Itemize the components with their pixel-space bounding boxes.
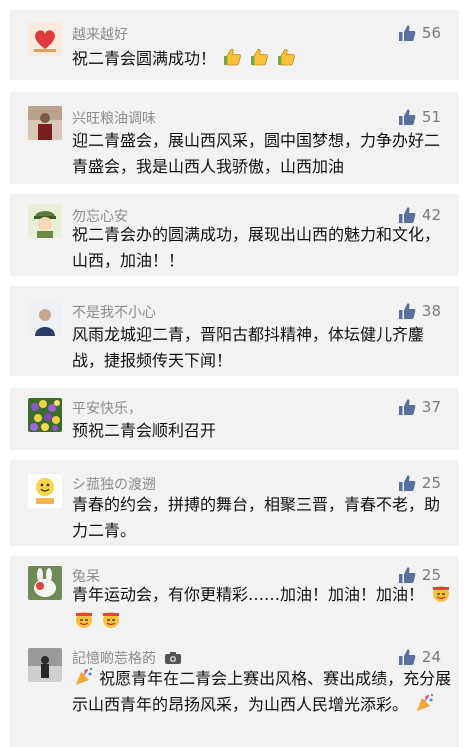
commenter-name[interactable]: 不是我不小心	[72, 302, 156, 322]
comment-text: 迎二青盛会，展山西风采，圆中国梦想，力争办好二青盛会，我是山西人我骄傲，山西加油	[72, 131, 441, 176]
like-button[interactable]: 25	[398, 474, 441, 492]
avatar[interactable]	[28, 302, 62, 336]
thumbs-up-icon	[398, 474, 416, 492]
like-button[interactable]: 51	[398, 108, 441, 126]
like-button[interactable]: 56	[398, 24, 441, 42]
comment-content: 祝二青会圆满成功！	[72, 46, 452, 72]
comment-list: 越来越好 56 祝二青会圆满成功！ 兴旺粮油调味 51 迎二青盛会，展山西风采，…	[0, 0, 469, 747]
like-button[interactable]: 37	[398, 398, 441, 416]
commenter-name[interactable]: 越来越好	[72, 24, 128, 44]
like-count: 37	[421, 398, 441, 416]
party-popper-emoji	[74, 667, 94, 687]
like-button[interactable]: 24	[398, 648, 441, 666]
comment-card: 記憶啲莣格菂 24 祝愿青年在二青会上赛出风格、赛出成绩，充分展示山西青年的昂扬…	[10, 640, 459, 747]
comment-card: 不是我不小心 38 风雨龙城迎二青，晋阳古都抖精神，体坛健儿齐鏖战，捷报频传天下…	[10, 286, 459, 376]
cheering-face-emoji	[101, 609, 121, 629]
thumbs-up-emoji	[223, 47, 243, 67]
avatar[interactable]	[28, 106, 62, 140]
comment-card: 勿忘心安 42 祝二青会办的圆满成功，展现出山西的魅力和文化，山西，加油！！	[10, 194, 459, 276]
avatar[interactable]	[28, 22, 62, 56]
thumbs-up-icon	[398, 108, 416, 126]
avatar[interactable]	[28, 398, 62, 432]
comment-card: シ菰独の渡遡 25 青春的约会，拼搏的舞台，相聚三晋，青春不老，助力二青。	[10, 460, 459, 546]
comment-text: 青春的约会，拼搏的舞台，相聚三晋，青春不老，助力二青。	[72, 495, 441, 540]
comment-content: 祝愿青年在二青会上赛出风格、赛出成绩，充分展示山西青年的昂扬风采，为山西人民增光…	[72, 666, 452, 718]
commenter-name[interactable]: 平安快乐，	[72, 398, 142, 418]
thumbs-up-icon	[398, 648, 416, 666]
comment-text: 祝愿青年在二青会上赛出风格、赛出成绩，充分展示山西青年的昂扬风采，为山西人民增光…	[72, 669, 452, 714]
like-count: 38	[421, 302, 441, 320]
comment-text: 风雨龙城迎二青，晋阳古都抖精神，体坛健儿齐鏖战，捷报频传天下闻！	[72, 325, 425, 370]
thumbs-up-emoji	[250, 47, 270, 67]
thumbs-up-icon	[398, 302, 416, 320]
thumbs-up-icon	[398, 398, 416, 416]
thumbs-up-emoji	[277, 47, 297, 67]
comment-card: 平安快乐， 37 预祝二青会顺利召开	[10, 388, 459, 450]
comment-text: 祝二青会圆满成功！	[72, 49, 217, 68]
comment-card: 兴旺粮油调味 51 迎二青盛会，展山西风采，圆中国梦想，力争办好二青盛会，我是山…	[10, 92, 459, 184]
comment-text: 祝二青会办的圆满成功，展现出山西的魅力和文化，山西，加油！！	[72, 225, 441, 270]
party-popper-emoji	[415, 693, 435, 713]
like-count: 25	[421, 474, 441, 492]
comment-content: 青年运动会，有你更精彩……加油！加油！加油！	[72, 582, 452, 634]
avatar[interactable]	[28, 474, 62, 508]
like-count: 51	[421, 108, 441, 126]
comment-card: 越来越好 56 祝二青会圆满成功！	[10, 10, 459, 80]
comment-text: 预祝二青会顺利召开	[72, 421, 217, 440]
cheering-face-emoji	[74, 609, 94, 629]
like-button[interactable]: 38	[398, 302, 441, 320]
commenter-name[interactable]: シ菰独の渡遡	[72, 474, 156, 494]
like-count: 56	[421, 24, 441, 42]
avatar[interactable]	[28, 204, 62, 238]
avatar[interactable]	[28, 566, 62, 600]
comment-text: 青年运动会，有你更精彩……加油！加油！加油！	[72, 585, 425, 604]
thumbs-up-icon	[398, 24, 416, 42]
comment-card: 兔呆 25 青年运动会，有你更精彩……加油！加油！加油！	[10, 556, 459, 640]
like-count: 24	[421, 648, 441, 666]
commenter-name[interactable]: 兴旺粮油调味	[72, 108, 156, 128]
cheering-face-emoji	[431, 583, 451, 603]
avatar[interactable]	[28, 648, 62, 682]
